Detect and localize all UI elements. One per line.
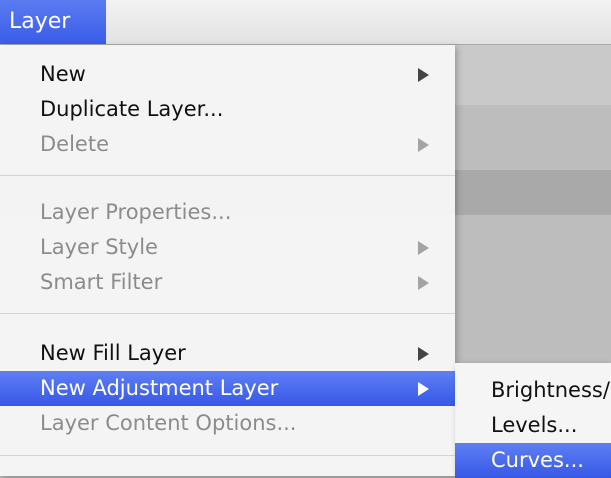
menu-layer[interactable]: Layer <box>0 0 106 44</box>
submenu-arrow-icon <box>418 138 429 152</box>
submenu-item-brightness-contrast[interactable]: Brightness/Contrast... <box>455 373 611 408</box>
menu-item-layer-properties: Layer Properties... <box>0 195 455 230</box>
adjustment-layer-submenu: Brightness/Contrast... Levels... Curves.… <box>455 363 611 478</box>
menu-item-new[interactable]: New <box>0 57 455 92</box>
submenu-item-label: Levels... <box>491 413 578 437</box>
menu-item-label: Layer Properties... <box>40 200 232 224</box>
submenu-item-label: Curves... <box>491 448 584 472</box>
submenu-arrow-icon <box>418 347 429 361</box>
menu-item-label: Delete <box>40 132 109 156</box>
submenu-item-curves[interactable]: Curves... <box>455 443 611 478</box>
menu-item-delete: Delete <box>0 127 455 162</box>
menu-item-layer-style: Layer Style <box>0 230 455 265</box>
menu-item-layer-content-options: Layer Content Options... <box>0 406 455 441</box>
menu-separator <box>0 175 455 176</box>
menu-item-duplicate-layer[interactable]: Duplicate Layer... <box>0 92 455 127</box>
submenu-arrow-icon <box>418 276 429 290</box>
menu-item-label: New <box>40 62 86 86</box>
submenu-arrow-icon <box>418 382 429 396</box>
menu-bar: Layer <box>0 0 611 45</box>
menu-item-label: New Adjustment Layer <box>40 376 279 400</box>
menu-item-smart-filter: Smart Filter <box>0 265 455 300</box>
submenu-arrow-icon <box>418 241 429 255</box>
menu-item-label: New Fill Layer <box>40 341 186 365</box>
submenu-arrow-icon <box>418 68 429 82</box>
submenu-item-levels[interactable]: Levels... <box>455 408 611 443</box>
submenu-item-label: Brightness/Contrast... <box>491 378 611 402</box>
menu-item-label: Duplicate Layer... <box>40 97 224 121</box>
menu-item-label: Smart Filter <box>40 270 163 294</box>
menu-item-label: Layer Style <box>40 235 158 259</box>
menu-separator <box>0 455 455 456</box>
layer-dropdown-menu: New Duplicate Layer... Delete Layer Prop… <box>0 45 455 476</box>
menu-item-new-adjustment-layer[interactable]: New Adjustment Layer <box>0 371 455 406</box>
menu-item-label: Layer Content Options... <box>40 411 297 435</box>
menu-separator <box>0 313 455 314</box>
menu-item-new-fill-layer[interactable]: New Fill Layer <box>0 336 455 371</box>
